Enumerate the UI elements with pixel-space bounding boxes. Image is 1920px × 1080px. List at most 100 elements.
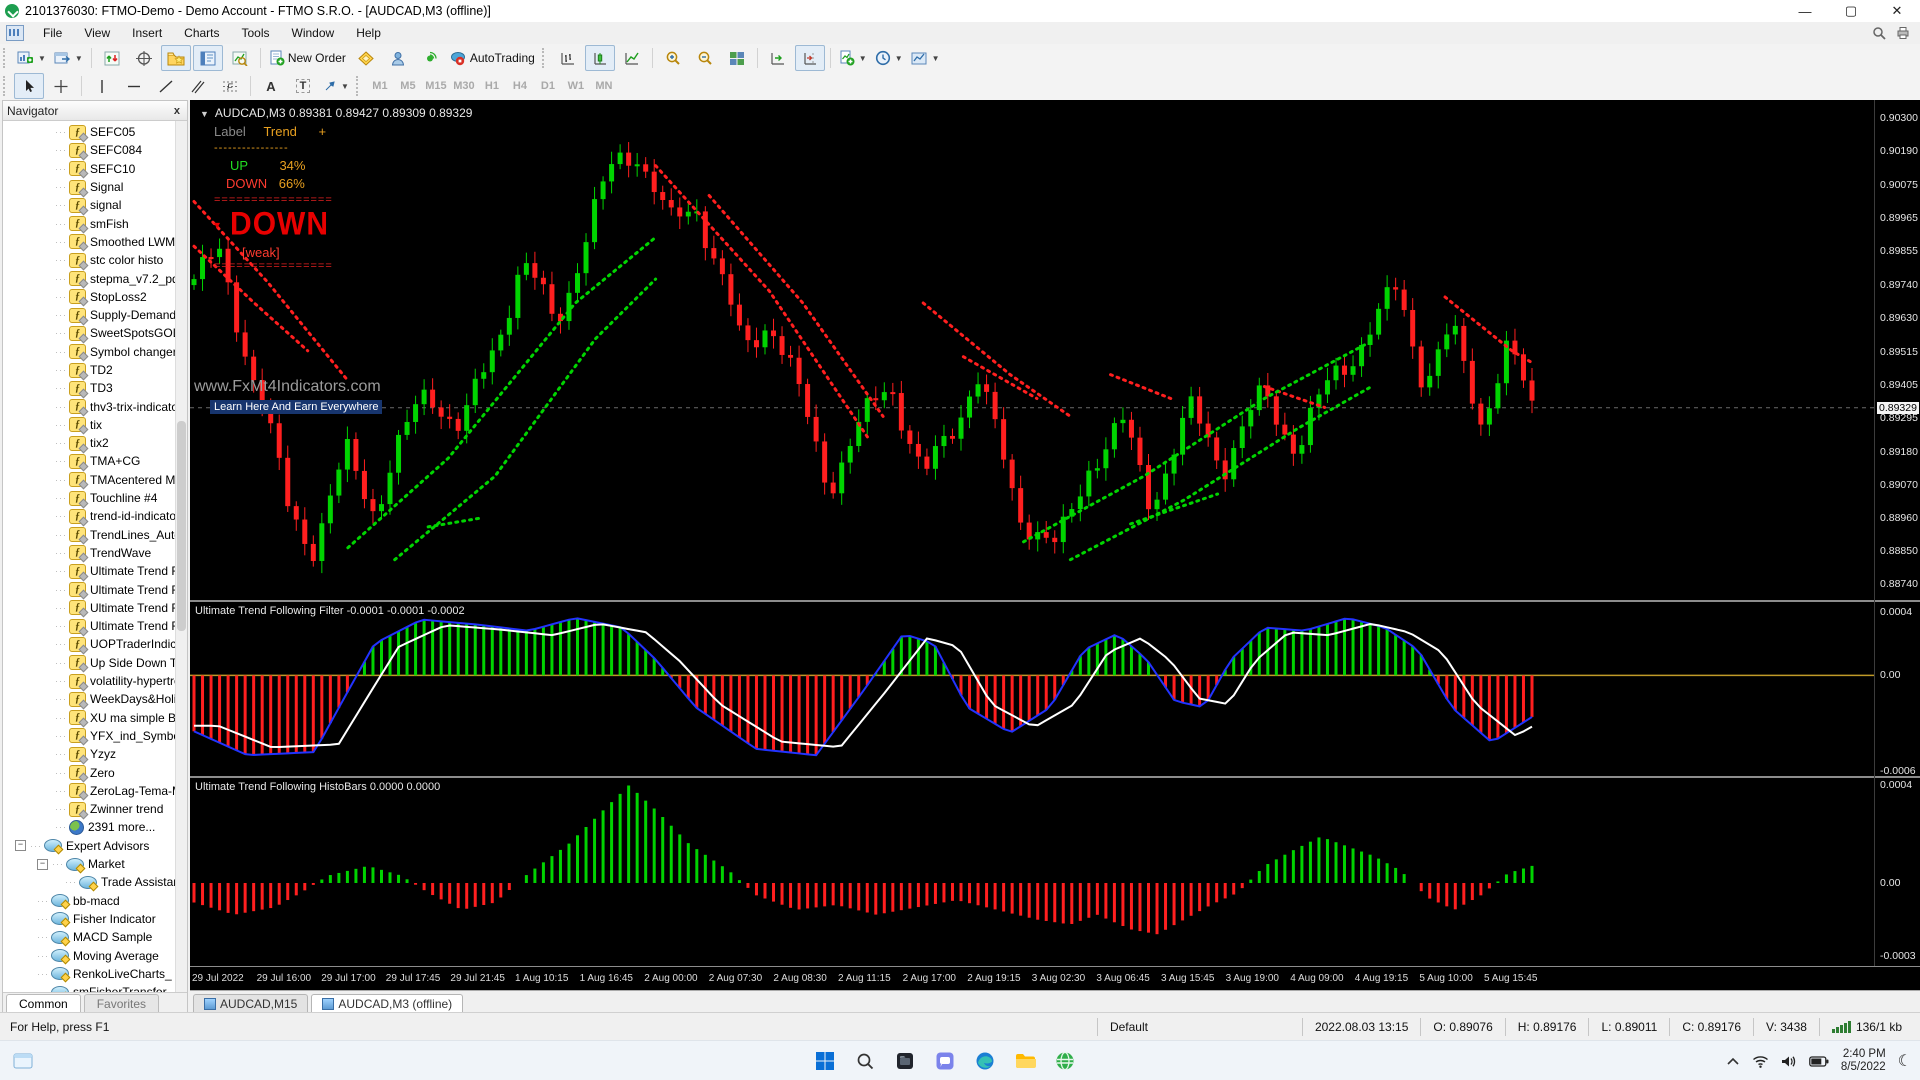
menu-item-charts[interactable]: Charts: [173, 24, 230, 42]
search-icon[interactable]: [852, 1048, 878, 1074]
timeframe-m5[interactable]: M5: [394, 74, 422, 98]
dropdown-arrow-icon[interactable]: ▼: [932, 54, 940, 63]
maximize-button[interactable]: ▢: [1828, 0, 1874, 22]
close-button[interactable]: ✕: [1874, 0, 1920, 22]
nav-item-zwinner-trend[interactable]: ···ƒZwinner trend: [3, 800, 187, 818]
arrows-tool-button[interactable]: ▼: [320, 73, 352, 99]
nav-item-yzyz[interactable]: ···ƒYzyz: [3, 745, 187, 763]
nav-item-trend-id-indicato[interactable]: ···ƒtrend-id-indicato: [3, 507, 187, 525]
nav-item-symbol-changer[interactable]: ···ƒSymbol changer: [3, 343, 187, 361]
autotrading-label[interactable]: AutoTrading: [470, 51, 535, 65]
nav-item-smfish[interactable]: ···ƒsmFish: [3, 214, 187, 232]
timeframe-h1[interactable]: H1: [478, 74, 506, 98]
filter-indicator-pane[interactable]: Ultimate Trend Following Filter -0.0001 …: [190, 602, 1920, 776]
menu-item-file[interactable]: File: [32, 24, 73, 42]
nav-item-sefc084[interactable]: ···ƒSEFC084: [3, 141, 187, 159]
scrollbar-thumb[interactable]: [177, 421, 186, 631]
price-pane[interactable]: ▼AUDCAD,M3 0.89381 0.89427 0.89309 0.893…: [190, 100, 1920, 600]
candlestick-chart-button[interactable]: [585, 45, 615, 71]
nav-item-trade-assistan[interactable]: ···Trade Assistan: [3, 873, 187, 891]
nav-item-trendlines-auto[interactable]: ···ƒTrendLines_Auto: [3, 526, 187, 544]
nav-item-tix2[interactable]: ···ƒtix2: [3, 434, 187, 452]
print-icon[interactable]: [1896, 26, 1910, 40]
nav-item-xu-ma-simple-bt[interactable]: ···ƒXU ma simple BT: [3, 709, 187, 727]
text-label-tool-button[interactable]: T: [288, 73, 318, 99]
new-order-label[interactable]: New Order: [288, 51, 346, 65]
nav-item-supply-demand-[interactable]: ···ƒSupply-Demand-: [3, 306, 187, 324]
nav-item-td2[interactable]: ···ƒTD2: [3, 361, 187, 379]
green-browser-icon[interactable]: [1052, 1048, 1078, 1074]
dropdown-arrow-icon[interactable]: ▼: [341, 82, 349, 91]
nav-item-ultimate-trend-fo[interactable]: ···ƒUltimate Trend Fo: [3, 580, 187, 598]
nav-item-renkolivecharts-[interactable]: ···RenkoLiveCharts_: [3, 965, 187, 983]
nav-item-volatility-hypertre[interactable]: ···ƒvolatility-hypertre: [3, 672, 187, 690]
nav-item-expert-advisors[interactable]: −···Expert Advisors: [3, 837, 187, 855]
fibonacci-tool-button[interactable]: F: [215, 73, 245, 99]
periods-button[interactable]: ▼: [872, 45, 906, 71]
minimize-button[interactable]: —: [1782, 0, 1828, 22]
bar-chart-button[interactable]: [553, 45, 583, 71]
menu-item-window[interactable]: Window: [281, 24, 346, 42]
nav-item-sweetspotsgold[interactable]: ···ƒSweetSpotsGOLD: [3, 324, 187, 342]
nav-item-uoptraderindicat[interactable]: ···ƒUOPTraderIndicat: [3, 635, 187, 653]
dropdown-arrow-icon[interactable]: ▼: [75, 54, 83, 63]
nav-item-zerolag-tema-m[interactable]: ···ƒZeroLag-Tema-M: [3, 782, 187, 800]
menu-item-tools[interactable]: Tools: [231, 24, 281, 42]
nav-item-td3[interactable]: ···ƒTD3: [3, 379, 187, 397]
nav-item-weekdays-holid[interactable]: ···ƒWeekDays&Holid: [3, 690, 187, 708]
text-tool-button[interactable]: A: [256, 73, 286, 99]
nav-item-smoothed-lwma[interactable]: ···ƒSmoothed LWMA: [3, 233, 187, 251]
timeframe-m15[interactable]: M15: [422, 74, 450, 98]
tray-chevron-up-icon[interactable]: [1726, 1056, 1740, 1066]
toolbar-grip[interactable]: [3, 48, 10, 68]
nav-item-sefc10[interactable]: ···ƒSEFC10: [3, 160, 187, 178]
nav-item-stoploss2[interactable]: ···ƒStopLoss2: [3, 288, 187, 306]
nav-item-bb-macd[interactable]: ···bb-macd: [3, 891, 187, 909]
nav-item-ultimate-trend-fo[interactable]: ···ƒUltimate Trend Fo: [3, 562, 187, 580]
terminal-button[interactable]: [193, 45, 223, 71]
zoom-out-button[interactable]: [690, 45, 720, 71]
tile-windows-button[interactable]: [722, 45, 752, 71]
nav-item-touchline-4[interactable]: ···ƒTouchline #4: [3, 489, 187, 507]
toolbar-grip[interactable]: [542, 48, 549, 68]
file-explorer-folder-icon[interactable]: [1012, 1048, 1038, 1074]
vertical-line-tool-button[interactable]: [87, 73, 117, 99]
profiles-button[interactable]: ▼: [51, 45, 86, 71]
crosshair-tool-button[interactable]: [46, 73, 76, 99]
nav-tab-favorites[interactable]: Favorites: [84, 994, 159, 1013]
nav-item-fisher-indicator[interactable]: ···Fisher Indicator: [3, 910, 187, 928]
market-watch-button[interactable]: [97, 45, 127, 71]
menu-item-view[interactable]: View: [73, 24, 121, 42]
navigator-button[interactable]: [161, 45, 191, 71]
nav-item-smfishertransfor[interactable]: ···smFisherTransfor: [3, 983, 187, 992]
edge-browser-icon[interactable]: [972, 1048, 998, 1074]
time-axis[interactable]: 29 Jul 202229 Jul 16:0029 Jul 17:0029 Ju…: [190, 966, 1920, 991]
chart-window-icon[interactable]: [6, 25, 24, 41]
templates-button[interactable]: ▼: [908, 45, 943, 71]
nav-item-thv3-trix-indicato[interactable]: ···ƒthv3-trix-indicato: [3, 397, 187, 415]
timeframe-w1[interactable]: W1: [562, 74, 590, 98]
nav-item-macd-sample[interactable]: ···MACD Sample: [3, 928, 187, 946]
nav-item-ultimate-trend-fo[interactable]: ···ƒUltimate Trend Fo: [3, 599, 187, 617]
expand-collapse-box[interactable]: −: [37, 859, 48, 870]
nav-item-zero[interactable]: ···ƒZero: [3, 763, 187, 781]
toolbar-grip[interactable]: [3, 76, 10, 96]
nav-item-sefc05[interactable]: ···ƒSEFC05: [3, 123, 187, 141]
histobars-indicator-pane[interactable]: Ultimate Trend Following HistoBars 0.000…: [190, 778, 1920, 966]
nav-item-stepma-v7-2-pdf-[interactable]: ···ƒstepma_v7.2_pdf_: [3, 269, 187, 287]
chart-tab-audcad-m3-offline-[interactable]: AUDCAD,M3 (offline): [311, 994, 463, 1013]
toolbar-grip[interactable]: [356, 76, 363, 96]
nav-item-2391-more-[interactable]: ···2391 more...: [3, 818, 187, 836]
channel-tool-button[interactable]: [183, 73, 213, 99]
nav-item-tmacentered-ma[interactable]: ···ƒTMAcentered MA: [3, 471, 187, 489]
timeframe-mn[interactable]: MN: [590, 74, 618, 98]
navigator-header[interactable]: Navigator x: [3, 101, 187, 121]
dropdown-arrow-icon[interactable]: ▼: [895, 54, 903, 63]
auto-scroll-button[interactable]: [763, 45, 793, 71]
new-chart-button[interactable]: ▼: [14, 45, 49, 71]
data-window-button[interactable]: [129, 45, 159, 71]
expand-collapse-box[interactable]: −: [15, 840, 26, 851]
file-explorer-dark-icon[interactable]: [892, 1048, 918, 1074]
nav-tab-common[interactable]: Common: [6, 994, 81, 1013]
nav-item-tix[interactable]: ···ƒtix: [3, 416, 187, 434]
